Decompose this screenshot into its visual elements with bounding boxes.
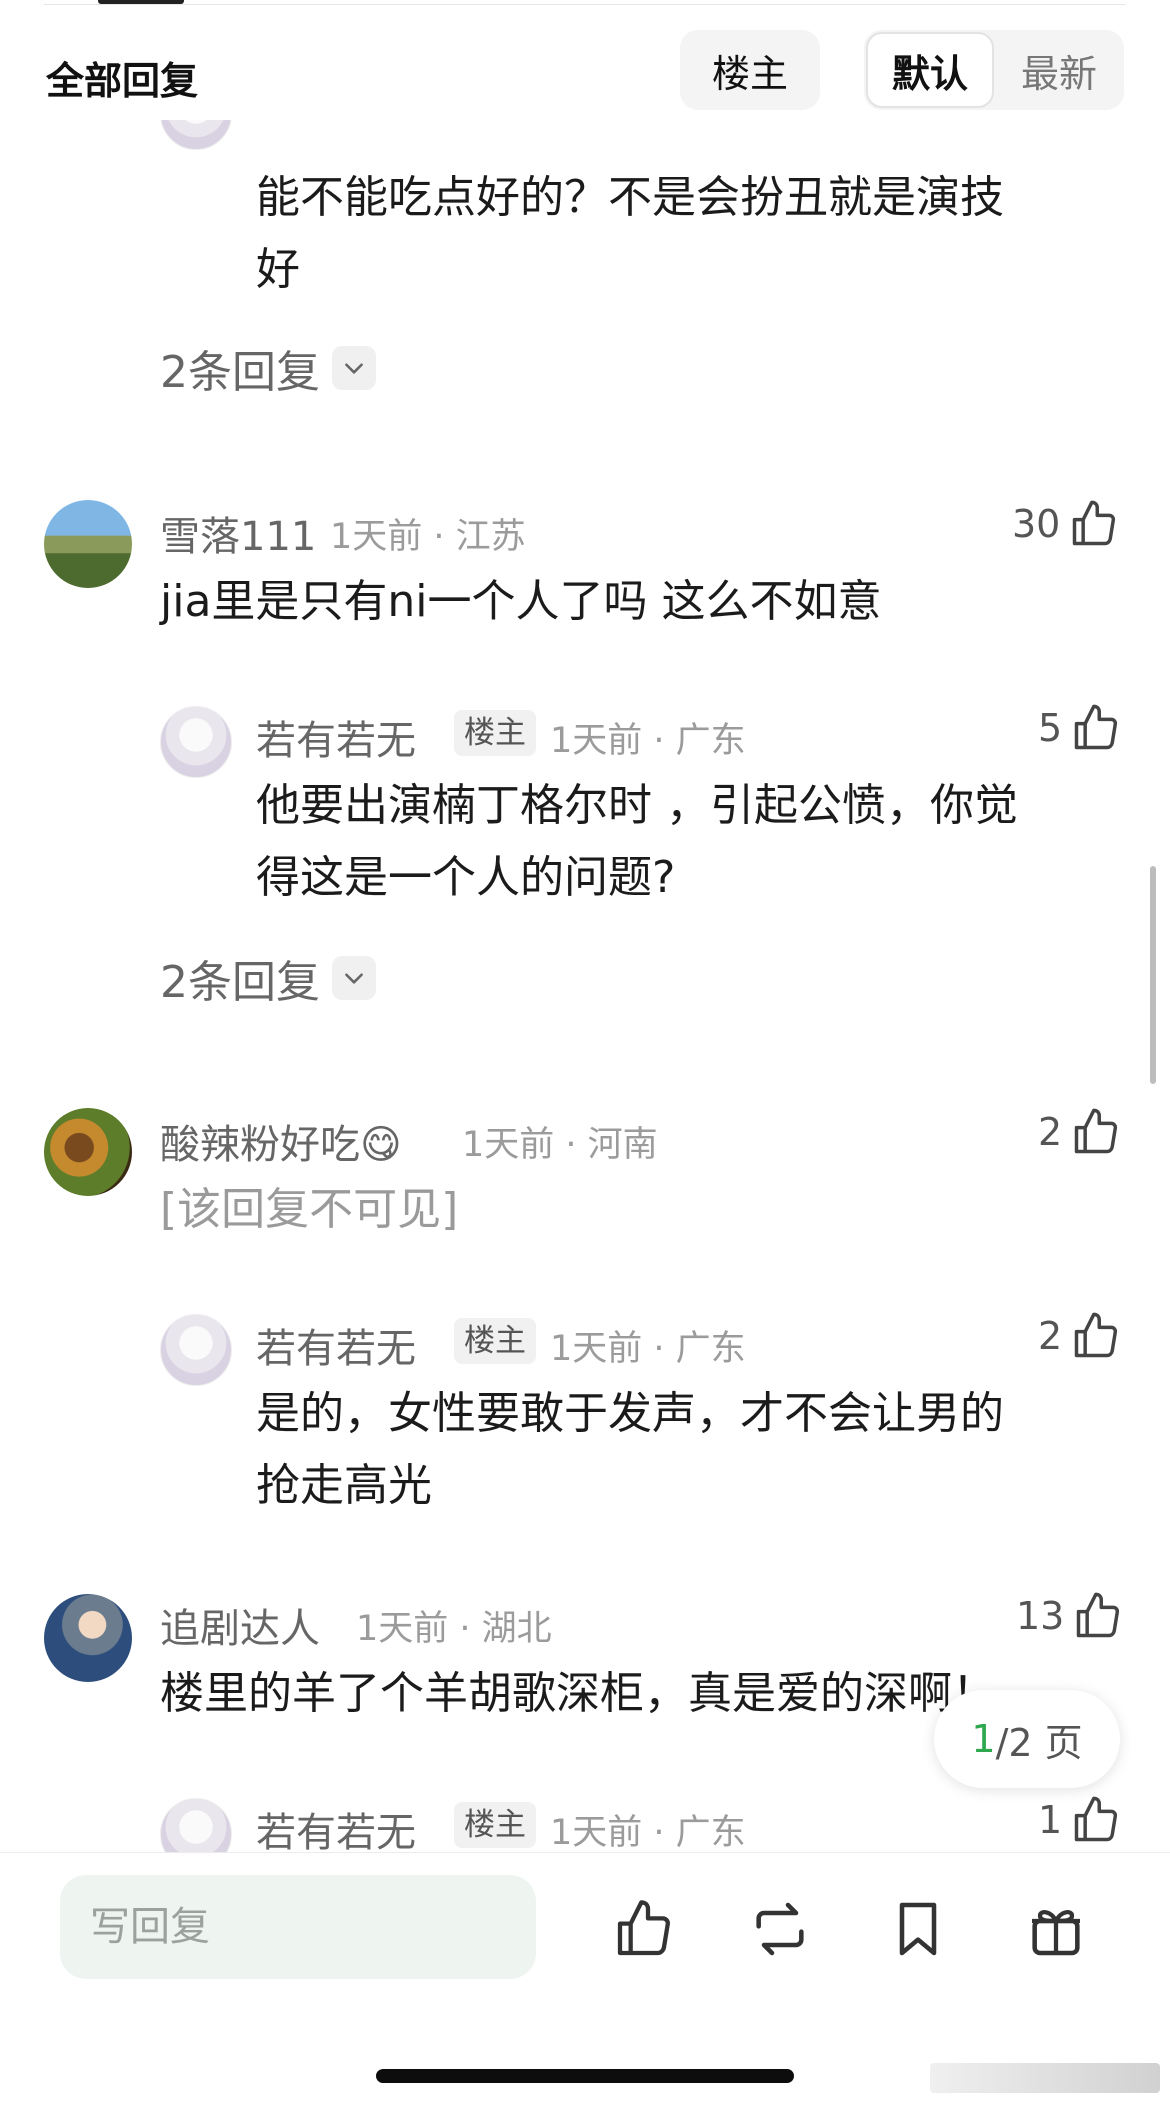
username[interactable]: 若有若无 [256,708,416,766]
thumbs-up-icon [1074,704,1118,750]
thumbs-up-icon [1074,1796,1118,1842]
comment-list: 能不能吃点好的？不是会扮丑就是演技 好 2条回复 雪落111 1天前 · 江苏 … [0,110,1170,1860]
like-button[interactable]: 2 [1038,1310,1122,1362]
avatar[interactable] [44,1594,132,1682]
like-button[interactable]: 2 [1038,1106,1122,1158]
like-button[interactable]: 5 [1038,702,1122,754]
op-badge: 楼主 [454,1318,536,1364]
avatar[interactable] [160,1314,232,1386]
thumbs-up-icon [1074,1108,1118,1154]
avatar[interactable] [44,500,132,588]
thumbs-up-icon [1077,1592,1120,1638]
time-location: 1天前 · 广东 [550,1813,746,1853]
like-count: 30 [1012,502,1061,546]
thumbs-up-icon [1073,500,1116,546]
time-location: 1天前 · 湖北 [356,1609,552,1649]
bottom-action-bar [0,1852,1170,2112]
avatar[interactable] [44,1108,132,1196]
reply-text: 是的，女性要敢于发声，才不会让男的 [256,1388,1004,1439]
total-pages: /2 页 [995,1720,1083,1765]
reply-text: 抢走高光 [256,1460,432,1511]
sort-default-tab[interactable]: 默认 [866,32,994,108]
like-count: 2 [1038,1110,1063,1154]
time-location: 1天前 · 广东 [550,721,746,761]
replies-count: 2条回复 [160,347,320,398]
time-location: 1天前 · 江苏 [330,517,526,557]
username[interactable]: 酸辣粉好吃😋 [160,1112,402,1170]
comment-text: jia里是只有ni一个人了吗 这么不如意 [160,576,882,627]
avatar[interactable] [160,706,232,778]
op-badge: 楼主 [454,1802,536,1848]
filter-op-button[interactable]: 楼主 [680,30,820,110]
comment-text: 楼里的羊了个羊胡歌深柜，真是爱的深啊！ [160,1668,996,1719]
page-indicator[interactable]: 1/2 页 [934,1690,1120,1788]
top-divider [44,0,1126,5]
time-location: 1天前 · 河南 [462,1125,658,1165]
like-count: 5 [1038,706,1063,750]
reply-input[interactable] [60,1875,536,1979]
like-count: 13 [1016,1594,1065,1638]
comment-text: [该回复不可见] [160,1184,459,1235]
reply-text: 好 [256,244,300,295]
like-count: 1 [1038,1798,1063,1842]
thumbs-up-icon [1074,1312,1118,1358]
like-count: 2 [1038,1314,1063,1358]
op-badge: 楼主 [454,710,536,756]
current-page: 1 [971,1717,996,1761]
like-icon[interactable] [612,1897,676,1961]
expand-replies[interactable]: 2条回复 [160,946,376,1010]
reply-text: 得这是一个人的问题? [256,852,676,903]
like-button[interactable]: 30 [1012,498,1120,550]
gift-icon[interactable] [1024,1897,1088,1961]
reply-text: 他要出演楠丁格尔时 ，引起公愤，你觉 [256,780,1018,831]
repost-icon[interactable] [748,1897,812,1961]
bookmark-icon[interactable] [886,1897,950,1961]
chevron-down-icon [332,346,376,390]
username[interactable]: 若有若无 [256,1316,416,1374]
time-location: 1天前 · 广东 [550,1329,746,1369]
page-title: 全部回复 [46,59,199,103]
reply-text: 能不能吃点好的？不是会扮丑就是演技 [256,172,1004,223]
username[interactable]: 雪落111 [160,504,316,562]
username[interactable]: 追剧达人 [160,1596,320,1654]
sort-toggle: 默认 最新 [864,30,1124,110]
chevron-down-icon [332,956,376,1000]
username[interactable]: 若有若无 [256,1800,416,1858]
like-button[interactable]: 13 [1016,1590,1124,1642]
sort-latest-tab[interactable]: 最新 [994,30,1124,110]
watermark [930,2063,1160,2093]
scrollbar[interactable] [1150,866,1156,1084]
replies-header: 全部回复 楼主 默认 最新 [0,20,1170,120]
home-indicator[interactable] [376,2069,794,2083]
replies-count: 2条回复 [160,957,320,1008]
avatar[interactable] [160,1798,232,1860]
like-button[interactable]: 1 [1038,1794,1122,1846]
expand-replies[interactable]: 2条回复 [160,336,376,400]
status-indicator [98,0,184,4]
